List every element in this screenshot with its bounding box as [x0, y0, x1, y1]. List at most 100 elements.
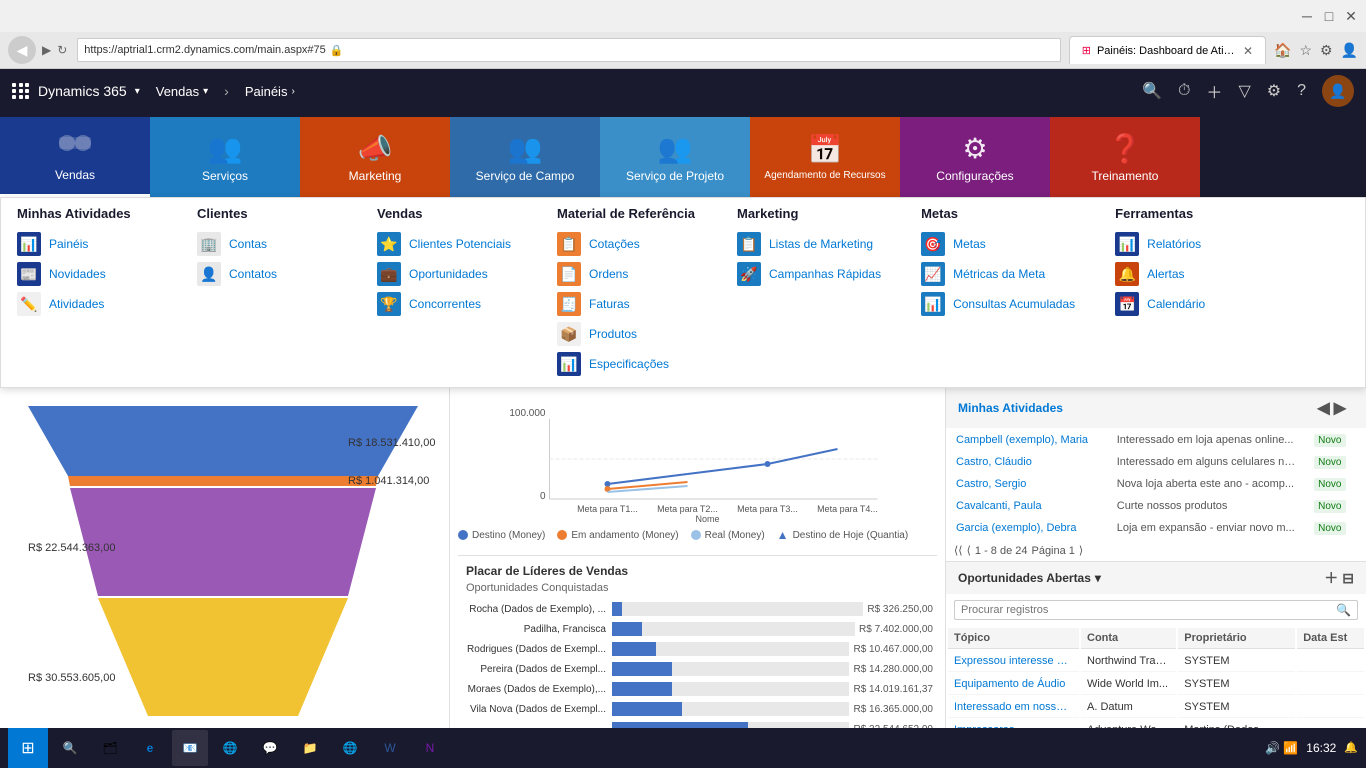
browser-star-icon[interactable]: ☆ [1299, 42, 1312, 59]
search-icon[interactable]: 🔍 [1142, 81, 1162, 101]
module-servicos[interactable]: 👥 Serviços [150, 117, 300, 197]
app-name[interactable]: Dynamics 365 ▾ [38, 83, 140, 99]
opp-proprietario: SYSTEM [1178, 674, 1295, 695]
menu-contas[interactable]: 🏢 Contas [197, 229, 337, 259]
menu-oportunidades[interactable]: 💼 Oportunidades [377, 259, 517, 289]
bar-value: R$ 326.250,00 [863, 604, 933, 615]
close-btn[interactable]: ✕ [1344, 9, 1358, 23]
bar-value: R$ 7.402.000,00 [855, 624, 933, 635]
menu-campanhas[interactable]: 🚀 Campanhas Rápidas [737, 259, 881, 289]
activity-name[interactable]: Campbell (exemplo), Maria [948, 430, 1107, 450]
app-header: Dynamics 365 ▾ Vendas ▾ › Painéis › 🔍 ⏱ … [0, 69, 1366, 113]
browser-profile-icon[interactable]: 👤 [1341, 42, 1358, 59]
taskbar-onenote-icon[interactable]: N [412, 730, 448, 766]
taskbar-chrome-icon[interactable]: 🌐 [332, 730, 368, 766]
user-avatar[interactable]: 👤 [1322, 75, 1354, 107]
menu-especificacoes[interactable]: 📊 Especificações [557, 349, 697, 379]
activity-name[interactable]: Garcia (exemplo), Debra [948, 518, 1107, 538]
faturas-icon: 🧾 [557, 292, 581, 316]
menu-produtos[interactable]: 📦 Produtos [557, 319, 697, 349]
menu-metricas[interactable]: 📈 Métricas da Meta [921, 259, 1075, 289]
activity-desc: Loja em expansão - enviar novo m... [1109, 518, 1304, 538]
opp-search-input[interactable] [961, 604, 1336, 616]
minimize-btn[interactable]: ─ [1300, 9, 1314, 23]
refresh-button[interactable]: ↻ [55, 41, 69, 59]
filter-icon[interactable]: ▽ [1238, 81, 1250, 101]
taskbar-ie-icon[interactable]: 🌐 [212, 730, 248, 766]
open-opps-chevron[interactable]: ▾ [1095, 571, 1101, 585]
menu-calendario[interactable]: 📅 Calendário [1115, 289, 1255, 319]
module-campo[interactable]: 👥 Serviço de Campo [450, 117, 600, 197]
pagination-prev-icon[interactable]: ⟨⟨ [954, 544, 963, 557]
add-opp-btn[interactable]: ＋ [1324, 568, 1338, 588]
especificacoes-icon: 📊 [557, 352, 581, 376]
back-button[interactable]: ◀ [8, 36, 36, 64]
nav-vendas[interactable]: Vendas ▾ [148, 80, 216, 103]
opp-topic[interactable]: Interessado em nossas novas ofertas [948, 697, 1079, 718]
browser-settings-icon[interactable]: ⚙ [1320, 42, 1333, 59]
settings-icon[interactable]: ⚙ [1267, 81, 1281, 101]
activities-prev-btn[interactable]: ◀ [1317, 398, 1329, 418]
opp-topic[interactable]: Expressou interesse na linha X de impres… [948, 651, 1079, 672]
opp-search-box[interactable]: 🔍 [954, 600, 1358, 620]
opp-topic[interactable]: Equipamento de Áudio [948, 674, 1079, 695]
taskbar-task-view-icon[interactable]: 🗂 [92, 730, 128, 766]
module-marketing[interactable]: 📣 Marketing [300, 117, 450, 197]
opp-row: Expressou interesse na linha X de impres… [948, 651, 1364, 672]
module-agendamento[interactable]: 📅 Agendamento de Recursos [750, 117, 900, 197]
taskbar-search-icon[interactable]: 🔍 [52, 730, 88, 766]
start-button[interactable]: ⊞ [8, 728, 48, 768]
refresh-opp-btn[interactable]: ⊟ [1342, 570, 1354, 587]
taskbar-outlook-icon[interactable]: 📧 [172, 730, 208, 766]
menu-metas-item[interactable]: 🎯 Metas [921, 229, 1075, 259]
activity-name[interactable]: Castro, Sergio [948, 474, 1107, 494]
waffle-menu[interactable] [12, 83, 30, 99]
browser-tab[interactable]: ⊞ Painéis: Dashboard de Ativi... ✕ [1069, 36, 1266, 64]
module-treinamento[interactable]: ❓ Treinamento [1050, 117, 1200, 197]
menu-novidades[interactable]: 📰 Novidades [17, 259, 157, 289]
menu-consultas[interactable]: 📊 Consultas Acumuladas [921, 289, 1075, 319]
nav-paineis[interactable]: Painéis › [237, 80, 303, 103]
address-bar[interactable]: https://aptrial1.crm2.dynamics.com/main.… [77, 38, 1060, 62]
module-config[interactable]: ⚙ Configurações [900, 117, 1050, 197]
module-vendas[interactable]: Vendas [0, 117, 150, 197]
menu-contatos[interactable]: 👤 Contatos [197, 259, 337, 289]
taskbar-teams-icon[interactable]: 💬 [252, 730, 288, 766]
tab-close-btn[interactable]: ✕ [1243, 44, 1253, 58]
dashboard-main: R$ 18.531.410,00 R$ 1.041.314,00 R$ 22.5… [0, 388, 1366, 768]
metas-icon: 🎯 [921, 232, 945, 256]
maximize-btn[interactable]: □ [1322, 9, 1336, 23]
menu-relatorios[interactable]: 📊 Relatórios [1115, 229, 1255, 259]
bar-value: R$ 10.467.000,00 [849, 644, 933, 655]
notification-icon[interactable]: 🔔 [1344, 741, 1358, 754]
taskbar-edge-icon[interactable]: e [132, 730, 168, 766]
menu-atividades[interactable]: ✏️ Atividades [17, 289, 157, 319]
pagination-prev-btn[interactable]: ⟨ [967, 544, 971, 557]
activity-name[interactable]: Cavalcanti, Paula [948, 496, 1107, 516]
new-record-icon[interactable]: ＋ [1206, 79, 1222, 103]
open-opps-title: Oportunidades Abertas [958, 571, 1091, 585]
opp-row: Interessado em nossas novas ofertas A. D… [948, 697, 1364, 718]
pagination-next-btn[interactable]: ⟩ [1079, 544, 1083, 557]
menu-listas-marketing[interactable]: 📋 Listas de Marketing [737, 229, 881, 259]
menu-paineis[interactable]: 📊 Painéis [17, 229, 157, 259]
menu-cotacoes[interactable]: 📋 Cotações [557, 229, 697, 259]
menu-clientes-potenciais[interactable]: ⭐ Clientes Potenciais [377, 229, 517, 259]
menu-metas: Metas 🎯 Metas 📈 Métricas da Meta 📊 Consu… [921, 206, 1075, 379]
ordens-icon: 📄 [557, 262, 581, 286]
menu-alertas[interactable]: 🔔 Alertas [1115, 259, 1255, 289]
activity-name[interactable]: Castro, Cláudio [948, 452, 1107, 472]
opp-conta: Northwind Trad... [1081, 651, 1176, 672]
activities-next-btn[interactable]: ▶ [1334, 398, 1346, 418]
taskbar-explorer-icon[interactable]: 📁 [292, 730, 328, 766]
module-projeto[interactable]: 👥 Serviço de Projeto [600, 117, 750, 197]
taskbar-word-icon[interactable]: W [372, 730, 408, 766]
menu-concorrentes[interactable]: 🏆 Concorrentes [377, 289, 517, 319]
help-icon[interactable]: ? [1297, 82, 1306, 100]
menu-ordens[interactable]: 📄 Ordens [557, 259, 697, 289]
history-icon[interactable]: ⏱ [1178, 82, 1190, 100]
menu-faturas[interactable]: 🧾 Faturas [557, 289, 697, 319]
forward-button[interactable]: ▶ [40, 41, 53, 59]
browser-home-icon[interactable]: 🏠 [1274, 42, 1291, 59]
bar-track [612, 642, 849, 656]
